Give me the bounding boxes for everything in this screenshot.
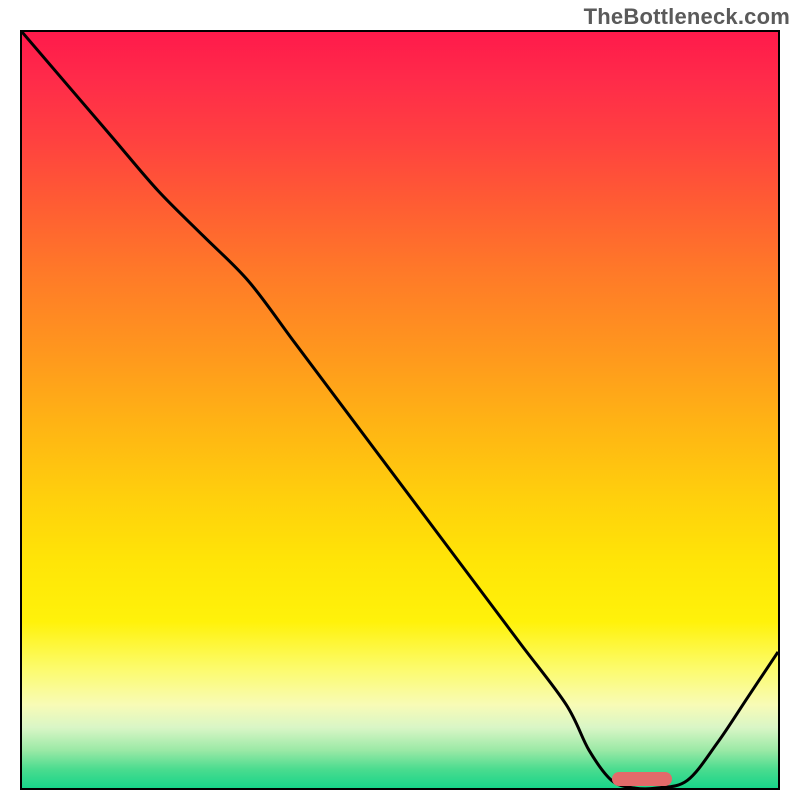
chart-stage: TheBottleneck.com xyxy=(0,0,800,800)
watermark-text: TheBottleneck.com xyxy=(584,4,790,30)
plot-area xyxy=(20,30,780,790)
bottleneck-curve xyxy=(22,32,778,788)
optimal-range-marker xyxy=(612,772,672,786)
curve-path xyxy=(22,32,778,788)
